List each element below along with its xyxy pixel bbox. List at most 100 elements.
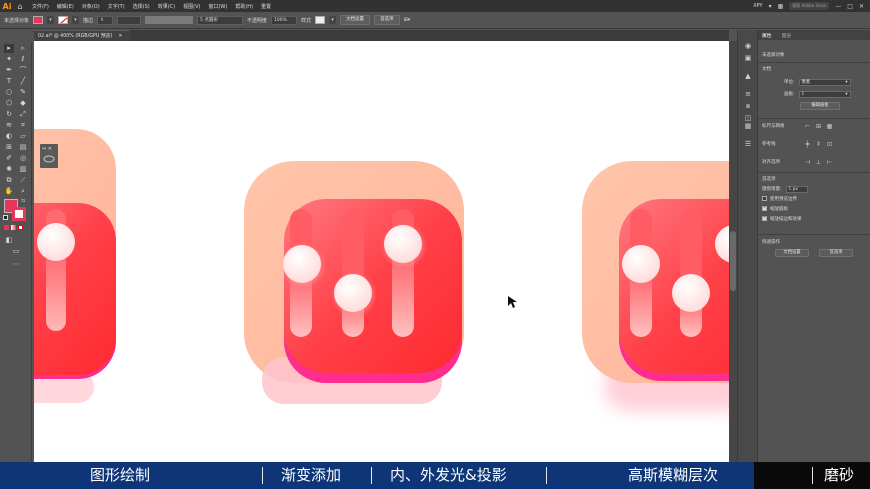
- keyboard-increment-field[interactable]: 1 px: [785, 185, 808, 193]
- fill-dropdown[interactable]: ▾: [47, 16, 55, 24]
- quick-preferences-button[interactable]: 首选项: [819, 249, 853, 257]
- document-setup-button[interactable]: 文档设置: [340, 15, 371, 25]
- selection-widget[interactable]: ↔ ✕: [40, 144, 58, 168]
- ruler-icon[interactable]: ⌐: [804, 123, 811, 130]
- style-swatch[interactable]: [315, 16, 326, 24]
- brush-definition-field[interactable]: 5 点圆形: [197, 15, 244, 25]
- stroke-color-swatch[interactable]: [12, 207, 26, 221]
- color-mode-icon[interactable]: [4, 225, 9, 230]
- scale-corners-checkbox[interactable]: [762, 205, 767, 211]
- scale-tool-icon[interactable]: ⤢: [18, 110, 28, 119]
- pixel-grid-icon[interactable]: ▦: [826, 123, 833, 130]
- menu-edit[interactable]: 编辑(E): [57, 3, 74, 10]
- color-panel-icon[interactable]: ◉: [743, 42, 753, 51]
- direct-selection-tool-icon[interactable]: ▹: [18, 44, 28, 53]
- ellipse-tool-icon[interactable]: ○: [4, 88, 14, 97]
- grid-icon[interactable]: ⊞: [815, 123, 822, 130]
- shape-builder-icon[interactable]: ◐: [4, 132, 14, 141]
- align-center-icon[interactable]: ⊥: [815, 159, 822, 166]
- menu-object[interactable]: 对象(O): [82, 3, 100, 10]
- more-tools-icon[interactable]: ⋯: [11, 260, 21, 269]
- paintbrush-icon[interactable]: ✎: [18, 88, 28, 97]
- fill-swatch[interactable]: [33, 16, 44, 24]
- preview-bounds-checkbox[interactable]: [762, 196, 767, 201]
- zoom-tool-icon[interactable]: ⌕: [18, 187, 28, 196]
- menu-select[interactable]: 选择(S): [133, 3, 150, 10]
- selection-tool-icon[interactable]: ▸: [4, 44, 14, 53]
- align-right-icon[interactable]: ⊢: [826, 159, 833, 166]
- shaper-tool-icon[interactable]: ⬠: [4, 99, 14, 108]
- rotate-tool-icon[interactable]: ↻: [4, 110, 14, 119]
- close-tab-icon[interactable]: ✕: [118, 34, 122, 39]
- home-icon[interactable]: ⌂: [14, 0, 26, 12]
- lasso-icon[interactable]: ℓ: [18, 55, 28, 64]
- image-trace-icon[interactable]: ▲: [743, 72, 753, 81]
- stroke-dropdown[interactable]: ▾: [72, 16, 80, 24]
- guides-icon[interactable]: ╪: [804, 141, 811, 148]
- type-tool-icon[interactable]: T: [4, 77, 14, 86]
- transform-panel-icon[interactable]: ⧈: [743, 102, 753, 111]
- smart-guides-icon[interactable]: ⫩: [815, 141, 822, 148]
- align-left-icon[interactable]: ⊣: [804, 159, 811, 166]
- align-panel-icon[interactable]: ≡: [743, 90, 753, 99]
- swap-colors-icon[interactable]: ⇆: [21, 198, 25, 204]
- minimize-icon[interactable]: —: [835, 3, 841, 10]
- icon-center[interactable]: [244, 161, 464, 404]
- menu-reset[interactable]: 重置: [261, 3, 271, 10]
- scale-strokes-row[interactable]: 缩放描边和效果: [762, 215, 866, 224]
- eraser-icon[interactable]: ◆: [18, 99, 28, 108]
- style-label[interactable]: 样式: [301, 17, 311, 24]
- units-select[interactable]: 像素 ▾: [798, 78, 851, 86]
- menu-view[interactable]: 视图(V): [183, 3, 200, 10]
- opacity-label[interactable]: 不透明度: [247, 17, 267, 24]
- pen-tool-icon[interactable]: ✒: [4, 66, 14, 75]
- menu-type[interactable]: 文字(T): [108, 3, 125, 10]
- artboard-tool-icon[interactable]: ⧉: [4, 176, 14, 185]
- stroke-swatch[interactable]: [58, 16, 69, 24]
- column-graph-icon[interactable]: ▥: [18, 165, 28, 174]
- tab-layers[interactable]: 图层: [782, 32, 792, 39]
- hand-tool-icon[interactable]: ✋: [4, 187, 14, 196]
- artboard-select[interactable]: 1 ▾: [798, 90, 851, 98]
- libraries-icon[interactable]: ▦: [743, 122, 753, 131]
- mesh-tool-icon[interactable]: ⊞: [4, 143, 14, 152]
- menu-effect[interactable]: 效果(C): [158, 3, 175, 10]
- gradient-mode-icon[interactable]: [11, 225, 16, 230]
- arrange-icon[interactable]: ▦: [778, 3, 784, 10]
- brush-definition-bar[interactable]: [145, 16, 194, 24]
- scrollbar-thumb[interactable]: [730, 231, 736, 291]
- scale-corners-row[interactable]: 缩放圆角: [762, 205, 866, 214]
- lock-guides-icon[interactable]: ⊡: [826, 141, 833, 148]
- symbol-sprayer-icon[interactable]: ✺: [4, 165, 14, 174]
- curvature-tool-icon[interactable]: ⌒: [18, 66, 28, 75]
- none-mode-icon[interactable]: [18, 225, 23, 230]
- icon-right[interactable]: [582, 161, 729, 411]
- perspective-grid-icon[interactable]: ▱: [18, 132, 28, 141]
- scale-strokes-checkbox[interactable]: [762, 215, 767, 221]
- opacity-field[interactable]: 100%: [271, 15, 298, 25]
- default-colors-icon[interactable]: [3, 215, 8, 220]
- preview-bounds-row[interactable]: 使用预览边界: [762, 196, 866, 204]
- screen-mode-icon[interactable]: ▭: [11, 247, 21, 256]
- blend-tool-icon[interactable]: ◎: [18, 154, 28, 163]
- menu-file[interactable]: 文件(F): [32, 3, 49, 10]
- vertical-scrollbar[interactable]: [729, 41, 737, 462]
- tab-properties[interactable]: 属性: [762, 32, 772, 39]
- gradient-tool-icon[interactable]: ▤: [18, 143, 28, 152]
- magic-wand-icon[interactable]: ✦: [4, 55, 14, 64]
- line-tool-icon[interactable]: ╱: [18, 77, 28, 86]
- edit-artboards-button[interactable]: 编辑画板: [800, 102, 840, 110]
- artboard-canvas[interactable]: ↔ ✕: [34, 41, 729, 462]
- style-dropdown[interactable]: ▾: [329, 16, 337, 24]
- stroke-weight-field[interactable]: ⇕: [97, 15, 114, 25]
- variable-width-profile[interactable]: [117, 15, 142, 25]
- menu-window[interactable]: 窗口(W): [208, 3, 227, 10]
- chevron-down-icon[interactable]: ▾: [769, 3, 772, 10]
- document-tab[interactable]: 02.ai* @ 400% (RGB/GPU 预览) ✕: [34, 30, 130, 41]
- width-tool-icon[interactable]: ≋: [4, 121, 14, 130]
- maximize-icon[interactable]: □: [847, 3, 853, 10]
- arrange-documents-icon[interactable]: ⊞▾: [404, 17, 411, 23]
- quick-doc-setup-button[interactable]: 文档设置: [775, 249, 809, 257]
- eyedropper-icon[interactable]: ✐: [4, 154, 14, 163]
- free-transform-icon[interactable]: ⌗: [18, 121, 28, 130]
